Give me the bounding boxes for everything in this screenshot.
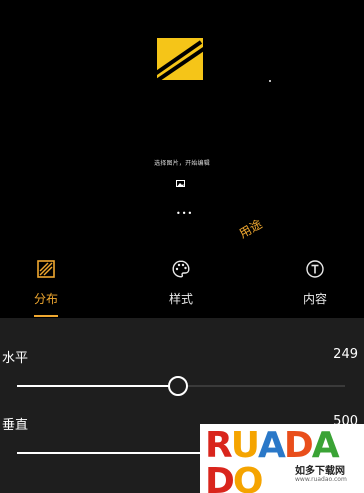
watermark-url: www.ruadao.com: [295, 476, 347, 483]
tab-label: 分布: [33, 292, 58, 306]
vertical-label: 垂直: [2, 418, 29, 433]
watermark-tagline: 如多下载网: [295, 466, 345, 477]
preview-hint: 选择图片，开始编辑: [154, 160, 210, 167]
tab-bar: 分布 样式 内容: [0, 252, 364, 318]
app-logo: [157, 38, 203, 80]
active-tab-indicator: [34, 315, 58, 317]
palette-icon: [172, 260, 190, 278]
horizontal-slider-thumb[interactable]: [167, 376, 188, 396]
more-icon[interactable]: •••: [176, 210, 193, 218]
horizontal-label: 水平: [2, 351, 29, 366]
decor-dot: [269, 80, 271, 82]
tab-style[interactable]: 样式: [146, 252, 216, 318]
site-watermark-logo: RUADADO 如多下载网 www.ruadao.com: [200, 424, 364, 493]
tab-label: 样式: [168, 292, 193, 306]
image-icon[interactable]: [176, 180, 185, 187]
tab-label: 内容: [302, 292, 327, 306]
horizontal-slider-fill: [17, 385, 178, 387]
horizontal-value: 249: [333, 347, 358, 362]
horizontal-slider[interactable]: [17, 376, 345, 396]
watermark-brand: RUADADO: [205, 425, 340, 493]
tab-distribution[interactable]: 分布: [11, 252, 81, 318]
grid-pattern-icon: [37, 260, 55, 278]
image-preview[interactable]: 选择图片，开始编辑 ••• 用途: [0, 0, 364, 252]
watermark-text: 用途: [236, 216, 265, 241]
tab-content[interactable]: 内容: [280, 252, 350, 318]
text-t-icon: [306, 260, 324, 278]
